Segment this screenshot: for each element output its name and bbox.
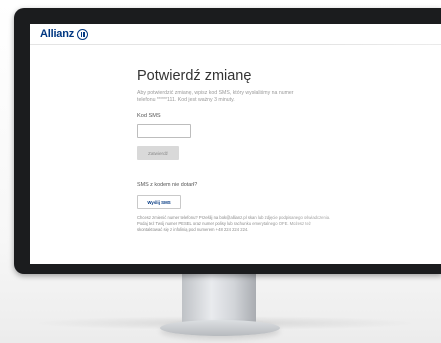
sms-not-received-text: SMS z kodem nie dotarł?: [137, 182, 198, 188]
confirm-button[interactable]: Zatwierdź: [137, 146, 179, 160]
monitor-screen: Allianz Potwierdź zmianę Aby potwierdzić…: [30, 24, 441, 264]
resend-sms-button[interactable]: Wyślij SMS: [137, 195, 181, 209]
instruction-text: Aby potwierdzić zmianę, wpisz kod SMS, k…: [137, 90, 294, 103]
help-text: Chcesz zmienić numer telefonu? Prześlij …: [137, 215, 331, 232]
allianz-logo[interactable]: Allianz: [40, 27, 89, 41]
sms-code-input[interactable]: [137, 124, 191, 138]
sms-confirmation-form: Potwierdź zmianę Aby potwierdzić zmianę,…: [137, 68, 347, 233]
logo-text: Allianz: [40, 28, 75, 40]
page-title: Potwierdź zmianę: [137, 68, 252, 84]
top-bar: Allianz: [30, 24, 441, 45]
monitor-stand-base: [160, 320, 280, 336]
sms-code-label: Kod SMS: [137, 113, 161, 119]
allianz-eagle-icon: [77, 28, 89, 40]
